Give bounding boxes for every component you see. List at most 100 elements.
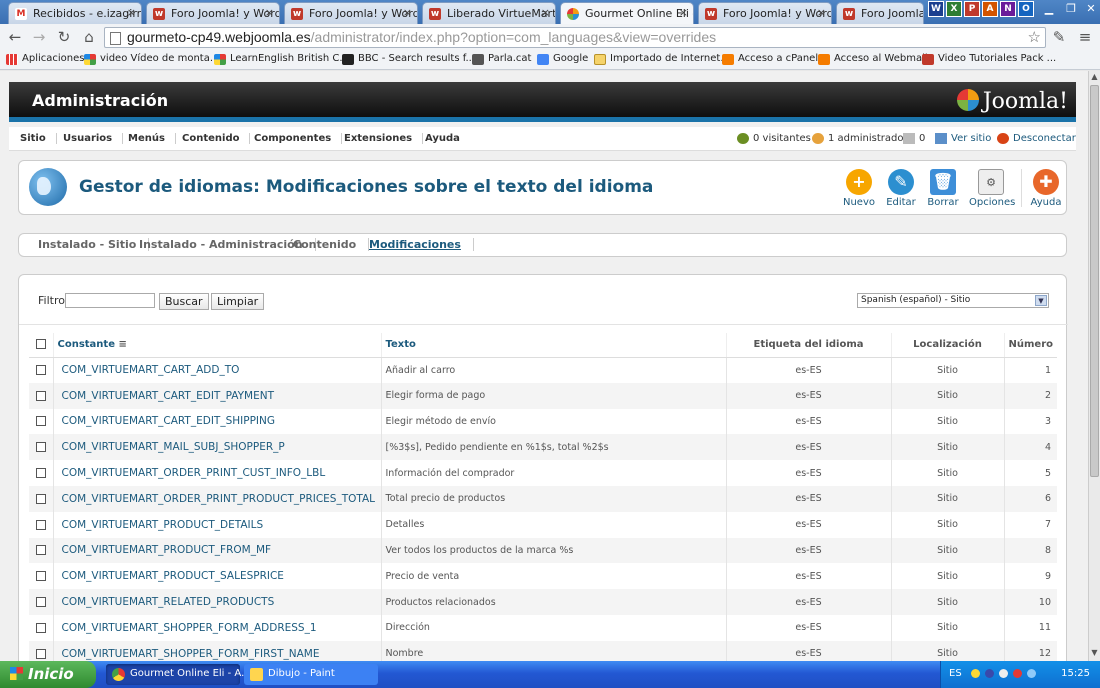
menu-usuarios[interactable]: Usuarios <box>63 133 124 144</box>
row-checkbox[interactable] <box>35 545 46 556</box>
row-checkbox[interactable] <box>35 571 46 582</box>
powerpoint-icon[interactable]: P <box>964 1 980 17</box>
vertical-scrollbar[interactable]: ▲ ▼ <box>1088 71 1100 661</box>
search-button[interactable]: Buscar <box>159 293 209 310</box>
row-checkbox[interactable] <box>35 648 46 659</box>
word-icon[interactable]: W <box>928 1 944 17</box>
select-all-checkbox[interactable] <box>35 339 46 350</box>
close-icon[interactable]: × <box>679 6 688 19</box>
bookmark[interactable]: Acceso a cPanel <box>722 53 818 65</box>
access-icon[interactable]: A <box>982 1 998 17</box>
reload-icon[interactable]: ↻ <box>55 28 73 46</box>
menu-menus[interactable]: Menús <box>128 133 176 144</box>
row-checkbox[interactable] <box>35 519 46 530</box>
col-location[interactable]: Localización <box>891 333 1005 358</box>
star-icon[interactable]: ☆ <box>1028 28 1041 46</box>
col-constant[interactable]: Constante ≡ <box>53 333 382 358</box>
tray-icon[interactable] <box>971 669 980 678</box>
row-checkbox[interactable] <box>35 416 46 427</box>
excel-icon[interactable]: X <box>946 1 962 17</box>
view-site-link[interactable]: Ver sitio <box>935 133 991 144</box>
tab-overrides[interactable]: Modificaciones <box>369 238 474 251</box>
network-icon[interactable] <box>1027 669 1036 678</box>
browser-tab[interactable]: w Foro Joomla! <box>836 2 924 24</box>
row-checkbox[interactable] <box>35 622 46 633</box>
tab-installed-admin[interactable]: Instalado - Administración <box>139 238 316 251</box>
constant-link[interactable]: COM_VIRTUEMART_PRODUCT_DETAILS <box>53 511 382 538</box>
browser-tab[interactable]: w Foro Joomla! y WordP × <box>146 2 280 24</box>
menu-sitio[interactable]: Sitio <box>20 133 57 144</box>
tab-content-languages[interactable]: Contenido <box>293 238 370 251</box>
constant-link[interactable]: COM_VIRTUEMART_ORDER_PRINT_CUST_INFO_LBL <box>53 460 382 486</box>
home-icon[interactable]: ⌂ <box>80 28 98 46</box>
language-select[interactable]: Spanish (español) - Sitio ▼ <box>857 293 1049 308</box>
back-icon[interactable]: ← <box>6 28 24 46</box>
bookmark[interactable]: video Vídeo de monta... <box>84 53 219 65</box>
row-checkbox[interactable] <box>35 442 46 453</box>
bookmark-folder[interactable]: Importado de Internet... <box>594 53 730 65</box>
constant-link[interactable]: COM_VIRTUEMART_PRODUCT_FROM_MF <box>53 537 382 564</box>
constant-link[interactable]: COM_VIRTUEMART_SHOPPER_FORM_FIRST_NAME <box>53 640 382 661</box>
bluetooth-icon[interactable] <box>985 669 994 678</box>
close-icon[interactable]: × <box>541 6 550 19</box>
onenote-icon[interactable]: N <box>1000 1 1016 17</box>
scroll-up-icon[interactable]: ▲ <box>1089 72 1100 84</box>
taskbar-item-browser[interactable]: Gourmet Online Eli - A... <box>106 664 251 685</box>
bookmark[interactable]: Parla.cat <box>472 53 531 65</box>
constant-link[interactable]: COM_VIRTUEMART_PRODUCT_SALESPRICE <box>53 563 382 590</box>
language-indicator[interactable]: ES <box>949 668 962 679</box>
close-window-icon[interactable]: ✕ <box>1080 0 1100 20</box>
row-checkbox[interactable] <box>35 597 46 608</box>
bookmark[interactable]: Video Tutoriales Pack ... <box>922 53 1056 65</box>
close-icon[interactable]: × <box>817 6 826 19</box>
extension-icon[interactable]: ✎ <box>1050 28 1068 46</box>
close-icon[interactable]: × <box>403 6 412 19</box>
help-button[interactable]: ✚ Ayuda <box>1026 169 1066 208</box>
minimize-icon[interactable]: ▁ <box>1038 0 1060 20</box>
start-button[interactable]: Inicio <box>0 661 96 688</box>
delete-button[interactable]: 🗑 Borrar <box>923 169 963 208</box>
bookmark-apps[interactable]: Aplicaciones <box>6 53 84 65</box>
close-icon[interactable]: × <box>127 6 136 19</box>
filter-input[interactable] <box>65 293 155 308</box>
taskbar-item-paint[interactable]: Dibujo - Paint <box>244 664 378 685</box>
browser-tab[interactable]: w Foro Joomla! y WordP × <box>698 2 832 24</box>
menu-icon[interactable]: ≡ <box>1076 28 1094 46</box>
constant-link[interactable]: COM_VIRTUEMART_SHOPPER_FORM_ADDRESS_1 <box>53 614 382 641</box>
messages-status[interactable]: 0 <box>903 133 925 144</box>
close-icon[interactable]: × <box>265 6 274 19</box>
constant-link[interactable]: COM_VIRTUEMART_RELATED_PRODUCTS <box>53 589 382 615</box>
new-button[interactable]: + Nuevo <box>839 169 879 208</box>
col-tag[interactable]: Etiqueta del idioma <box>726 333 892 358</box>
clear-button[interactable]: Limpiar <box>211 293 265 310</box>
url-input[interactable]: gourmeto-cp49.webjoomla.es/administrator… <box>104 27 1046 48</box>
logout-link[interactable]: Desconectar <box>997 133 1076 144</box>
restore-icon[interactable]: ❐ <box>1060 0 1082 20</box>
constant-link[interactable]: COM_VIRTUEMART_CART_EDIT_PAYMENT <box>53 382 382 409</box>
volume-icon[interactable] <box>999 669 1008 678</box>
row-checkbox[interactable] <box>35 493 46 504</box>
outlook-icon[interactable]: O <box>1018 1 1034 17</box>
tab-installed-site[interactable]: Instalado - Sitio <box>38 238 150 251</box>
menu-componentes[interactable]: Componentes <box>254 133 343 144</box>
browser-tab-active[interactable]: Gourmet Online Eli - Ad × <box>560 2 694 24</box>
col-number[interactable]: Número <box>1004 333 1057 358</box>
bookmark[interactable]: Google <box>537 53 588 65</box>
antivirus-icon[interactable] <box>1013 669 1022 678</box>
menu-extensiones[interactable]: Extensiones <box>344 133 424 144</box>
edit-button[interactable]: ✎ Editar <box>881 169 921 208</box>
row-checkbox[interactable] <box>35 468 46 479</box>
bookmark[interactable]: LearnEnglish British C... <box>214 53 349 65</box>
constant-link[interactable]: COM_VIRTUEMART_CART_EDIT_SHIPPING <box>53 408 382 435</box>
constant-link[interactable]: COM_VIRTUEMART_ORDER_PRINT_PRODUCT_PRICE… <box>53 485 382 512</box>
browser-tab[interactable]: M Recibidos - e.izagirre. × <box>8 2 142 24</box>
row-checkbox[interactable] <box>35 390 46 401</box>
constant-link[interactable]: COM_VIRTUEMART_CART_ADD_TO <box>53 357 382 383</box>
row-checkbox[interactable] <box>35 365 46 376</box>
col-text[interactable]: Texto <box>381 333 727 358</box>
browser-tab[interactable]: w Foro Joomla! y WordP × <box>284 2 418 24</box>
browser-tab[interactable]: w Liberado VirtueMart 2. × <box>422 2 556 24</box>
scroll-down-icon[interactable]: ▼ <box>1089 648 1100 660</box>
scrollbar-thumb[interactable] <box>1090 85 1099 477</box>
bookmark[interactable]: BBC - Search results f... <box>342 53 475 65</box>
